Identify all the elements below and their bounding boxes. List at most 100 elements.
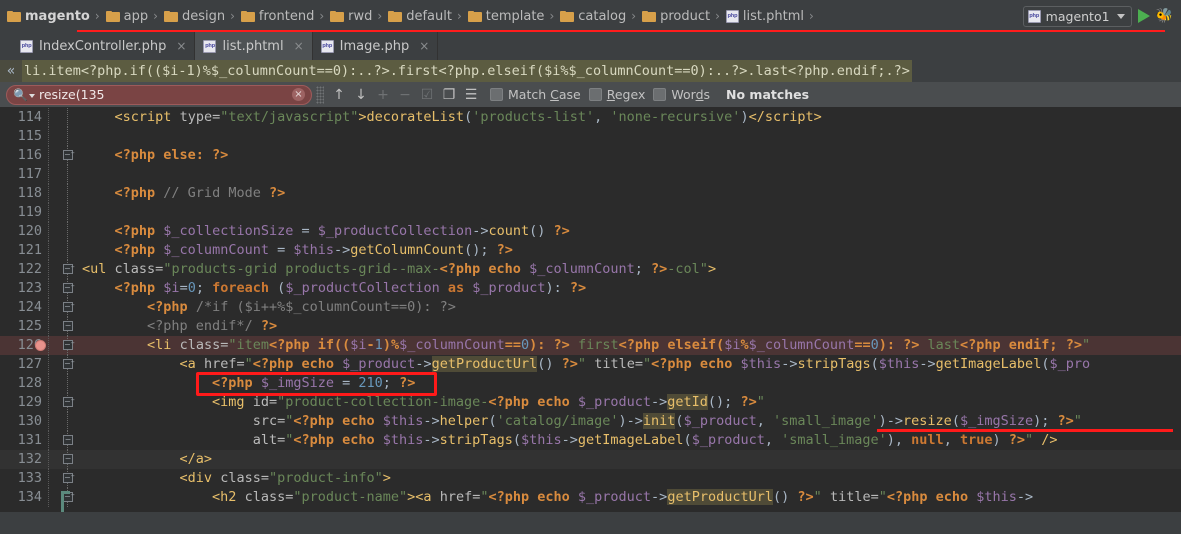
code-line[interactable]: 116 − <?php else: ?>	[0, 146, 1181, 165]
code-line-text[interactable]: <?php endif*/ ?>	[82, 317, 1181, 336]
code-line-text[interactable]: <?php $_imgSize = 210; ?>	[82, 374, 1181, 393]
line-number[interactable]: 122	[0, 260, 48, 279]
fold-toggle-icon[interactable]: −	[63, 359, 73, 369]
fold-gutter[interactable]	[60, 165, 82, 184]
code-line[interactable]: 119	[0, 203, 1181, 222]
clear-search-icon[interactable]: ×	[292, 88, 305, 101]
code-line-text[interactable]: </a>	[82, 450, 1181, 469]
close-icon[interactable]: ×	[419, 39, 429, 53]
code-line[interactable]: 123 − <?php $i=0; foreach ($_productColle…	[0, 279, 1181, 298]
code-line[interactable]: 127 − <a href="<?php echo $_product->getP…	[0, 355, 1181, 374]
code-line-text[interactable]: <ul class="products-grid products-grid--…	[82, 260, 1181, 279]
fold-gutter[interactable]: −	[60, 279, 82, 298]
search-input-value[interactable]: resize(135	[39, 87, 292, 102]
line-number[interactable]: 127	[0, 355, 48, 374]
code-line-text[interactable]	[82, 165, 1181, 184]
code-line[interactable]: 126 − <li class="item<?php if(($i-1)%$_co…	[0, 336, 1181, 355]
code-line-text[interactable]: <?php $_collectionSize = $_productCollec…	[82, 222, 1181, 241]
line-number[interactable]: 126	[0, 336, 48, 355]
code-editor[interactable]: 114 <script type="text/javascript">decor…	[0, 108, 1181, 512]
breadcrumb-item-rwd[interactable]: rwd	[327, 5, 374, 27]
line-number[interactable]: 128	[0, 374, 48, 393]
breadcrumb-item-magento[interactable]: magento	[4, 5, 92, 27]
fold-toggle-icon[interactable]: −	[63, 454, 73, 464]
fold-gutter[interactable]: −	[60, 336, 82, 355]
line-number[interactable]: 130	[0, 412, 48, 431]
line-number[interactable]: 124	[0, 298, 48, 317]
code-line-text[interactable]: <?php /*if ($i++%$_columnCount==0): ?>	[82, 298, 1181, 317]
chevron-down-icon[interactable]	[1116, 13, 1125, 19]
fold-gutter[interactable]: −	[60, 469, 82, 488]
checkbox-box[interactable]	[653, 88, 667, 101]
regex-checkbox[interactable]: Regex	[588, 87, 645, 102]
code-line[interactable]: 125 − <?php endif*/ ?>	[0, 317, 1181, 336]
code-line[interactable]: 121 <?php $_columnCount = $this->getColu…	[0, 241, 1181, 260]
breadcrumb-item-list-phtml[interactable]: list.phtml	[723, 5, 806, 27]
run-configuration-selector[interactable]: magento1	[1022, 5, 1132, 27]
close-icon[interactable]: ×	[176, 39, 186, 53]
line-number[interactable]: 114	[0, 108, 48, 127]
line-number[interactable]: 119	[0, 203, 48, 222]
fold-gutter[interactable]: −	[60, 146, 82, 165]
debug-icon[interactable]: 🐝	[1156, 9, 1173, 23]
code-line[interactable]: 129 − <img id="product-collection-image-<…	[0, 393, 1181, 412]
fold-toggle-icon[interactable]: −	[63, 321, 73, 331]
fold-gutter[interactable]: −	[60, 431, 82, 450]
line-number[interactable]: 132	[0, 450, 48, 469]
collapse-icon[interactable]: «	[0, 60, 22, 82]
line-number[interactable]: 116	[0, 146, 48, 165]
fold-gutter[interactable]	[60, 127, 82, 146]
editor-tab-list-phtml[interactable]: list.phtml ×	[195, 32, 313, 60]
line-number[interactable]: 129	[0, 393, 48, 412]
code-line-text[interactable]: <?php $_columnCount = $this->getColumnCo…	[82, 241, 1181, 260]
search-history-chevron-icon[interactable]	[28, 93, 35, 98]
fold-toggle-icon[interactable]: −	[63, 397, 73, 407]
line-number[interactable]: 121	[0, 241, 48, 260]
line-number[interactable]: 123	[0, 279, 48, 298]
editor-tab-indexcontroller-php[interactable]: IndexController.php ×	[12, 32, 196, 60]
fold-gutter[interactable]	[60, 184, 82, 203]
line-number[interactable]: 134	[0, 488, 48, 507]
code-line[interactable]: 131 − alt="<?php echo $this->stripTags($t…	[0, 431, 1181, 450]
run-icon[interactable]	[1137, 9, 1150, 23]
code-line-text[interactable]	[82, 203, 1181, 222]
fold-toggle-icon[interactable]: −	[63, 340, 73, 350]
code-line[interactable]: 134− <h2 class="product-name"><a href="<…	[0, 488, 1181, 507]
checkbox-box[interactable]	[490, 88, 503, 101]
add-selection-icon[interactable]: +	[372, 84, 394, 106]
line-number[interactable]: 118	[0, 184, 48, 203]
fold-gutter[interactable]: −	[60, 355, 82, 374]
fold-gutter[interactable]: −	[60, 317, 82, 336]
breadcrumb-item-app[interactable]: app	[103, 5, 150, 27]
code-line-text[interactable]: <li class="item<?php if(($i-1)%$_columnC…	[82, 336, 1181, 355]
breadcrumb-item-design[interactable]: design	[161, 5, 227, 27]
line-number[interactable]: 131	[0, 431, 48, 450]
code-line-text[interactable]: <img id="product-collection-image-<?php …	[82, 393, 1181, 412]
code-line-text[interactable]: <div class="product-info">	[82, 469, 1181, 488]
code-line[interactable]: 114 <script type="text/javascript">decor…	[0, 108, 1181, 127]
code-line[interactable]: 117	[0, 165, 1181, 184]
fold-toggle-icon[interactable]: −	[63, 435, 73, 445]
toolbar-drag-handle[interactable]	[316, 85, 324, 104]
select-all-occurrences-icon[interactable]: ☑	[416, 84, 438, 106]
remove-selection-icon[interactable]: −	[394, 84, 416, 106]
fold-toggle-icon[interactable]: −	[63, 283, 73, 293]
line-number[interactable]: 117	[0, 165, 48, 184]
code-line[interactable]: 118 <?php // Grid Mode ?>	[0, 184, 1181, 203]
breadcrumb-item-template[interactable]: template	[465, 5, 547, 27]
breakpoint-icon[interactable]	[35, 340, 46, 351]
code-line-text[interactable]: <?php // Grid Mode ?>	[82, 184, 1181, 203]
find-previous-icon[interactable]: ↑	[328, 84, 350, 106]
fold-gutter[interactable]: −	[60, 298, 82, 317]
fold-gutter[interactable]	[60, 108, 82, 127]
fold-gutter[interactable]	[60, 374, 82, 393]
fold-toggle-icon[interactable]: −	[63, 264, 73, 274]
code-line-text[interactable]: <?php $i=0; foreach ($_productCollection…	[82, 279, 1181, 298]
code-line-text[interactable]: src="<?php echo $this->helper('catalog/i…	[82, 412, 1181, 431]
fold-gutter[interactable]: −	[60, 393, 82, 412]
fold-gutter[interactable]: −	[60, 260, 82, 279]
code-line-text[interactable]: <script type="text/javascript">decorateL…	[82, 108, 1181, 127]
find-next-icon[interactable]: ↓	[350, 84, 372, 106]
code-line-text[interactable]: <h2 class="product-name"><a href="<?php …	[82, 488, 1181, 507]
open-in-find-window-icon[interactable]: ❐	[438, 84, 460, 106]
